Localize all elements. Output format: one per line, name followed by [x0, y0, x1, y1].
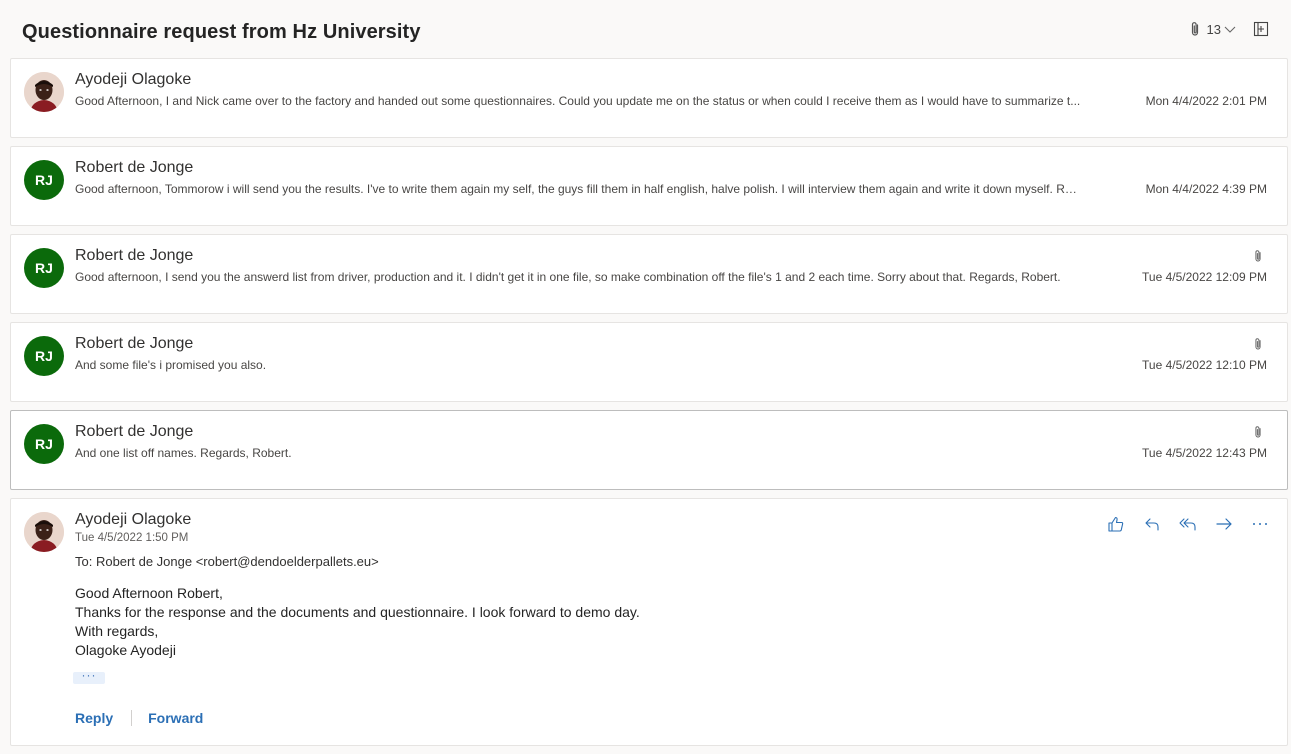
body-line: Good Afternoon Robert,: [75, 585, 223, 601]
avatar: RJ: [24, 424, 64, 464]
reply-forward-links: Reply Forward: [75, 710, 203, 726]
avatar-initials: RJ: [35, 172, 53, 188]
avatar: [24, 72, 64, 112]
message-date: Tue 4/5/2022 12:09 PM: [1142, 270, 1267, 284]
message-preview: Good Afternoon, I and Nick came over to …: [75, 94, 1081, 108]
paperclip-icon: [1253, 337, 1263, 356]
sender-name: Ayodeji Olagoke: [75, 71, 192, 88]
conversation-header: Questionnaire request from Hz University…: [0, 0, 1291, 58]
sender-name: Ayodeji Olagoke: [75, 511, 192, 528]
divider: [131, 710, 133, 726]
forward-link[interactable]: Forward: [148, 710, 203, 726]
message-preview: Good afternoon, I send you the answerd l…: [75, 270, 1061, 284]
paperclip-icon: [1253, 425, 1263, 444]
chevron-down-icon: [1223, 24, 1237, 34]
message-date: Mon 4/4/2022 2:01 PM: [1145, 94, 1267, 108]
body-line: Thanks for the response and the document…: [75, 604, 640, 620]
message-actions: [1103, 513, 1273, 535]
paperclip-icon[interactable]: [1189, 21, 1201, 37]
message-card[interactable]: RJ Robert de Jonge And one list off name…: [10, 410, 1288, 490]
sender-name: Robert de Jonge: [75, 159, 194, 176]
message-preview: And some file's i promised you also.: [75, 358, 267, 372]
avatar-initials: RJ: [35, 436, 53, 452]
message-date: Tue 4/5/2022 12:10 PM: [1142, 358, 1267, 372]
message-date: Mon 4/4/2022 4:39 PM: [1145, 182, 1267, 196]
paperclip-icon: [1253, 249, 1263, 268]
body-line: Olagoke Ayodeji: [75, 642, 176, 658]
like-icon[interactable]: [1103, 513, 1129, 535]
sender-name: Robert de Jonge: [75, 335, 194, 352]
message-card[interactable]: RJ Robert de Jonge And some file's i pro…: [10, 322, 1288, 402]
message-card[interactable]: RJ Robert de Jonge Good afternoon, I sen…: [10, 234, 1288, 314]
avatar: [24, 512, 64, 552]
body-line: With regards,: [75, 623, 159, 639]
expand-icon[interactable]: [1253, 21, 1269, 37]
message-date: Tue 4/5/2022 1:50 PM: [75, 532, 189, 544]
avatar-initials: RJ: [35, 348, 53, 364]
attachment-count-dropdown[interactable]: 13: [1207, 22, 1237, 37]
avatar: RJ: [24, 160, 64, 200]
message-preview: And one list off names. Regards, Robert.: [75, 446, 292, 460]
reply-all-icon[interactable]: [1175, 513, 1201, 535]
attachment-count: 13: [1206, 21, 1221, 37]
more-icon[interactable]: [1247, 513, 1273, 535]
avatar-initials: RJ: [35, 260, 53, 276]
conversation-title: Questionnaire request from Hz University: [22, 21, 421, 43]
forward-icon[interactable]: [1211, 513, 1237, 535]
message-card[interactable]: Ayodeji Olagoke Good Afternoon, I and Ni…: [10, 58, 1288, 138]
message-date: Tue 4/5/2022 12:43 PM: [1142, 446, 1267, 460]
sender-name: Robert de Jonge: [75, 247, 194, 264]
avatar: RJ: [24, 248, 64, 288]
header-tools: 13: [1189, 21, 1269, 37]
recipient-line: To: Robert de Jonge <robert@dendoelderpa…: [75, 554, 379, 569]
message-body: Good Afternoon Robert, Thanks for the re…: [75, 584, 640, 660]
sender-name: Robert de Jonge: [75, 423, 194, 440]
open-message: Ayodeji Olagoke Tue 4/5/2022 1:50 PM To:…: [10, 498, 1288, 746]
reply-icon[interactable]: [1139, 513, 1165, 535]
message-preview: Good afternoon, Tommorow i will send you…: [75, 182, 1081, 196]
reply-link[interactable]: Reply: [75, 710, 113, 726]
show-more-button[interactable]: ···: [73, 669, 105, 684]
avatar: RJ: [24, 336, 64, 376]
message-card[interactable]: RJ Robert de Jonge Good afternoon, Tommo…: [10, 146, 1288, 226]
